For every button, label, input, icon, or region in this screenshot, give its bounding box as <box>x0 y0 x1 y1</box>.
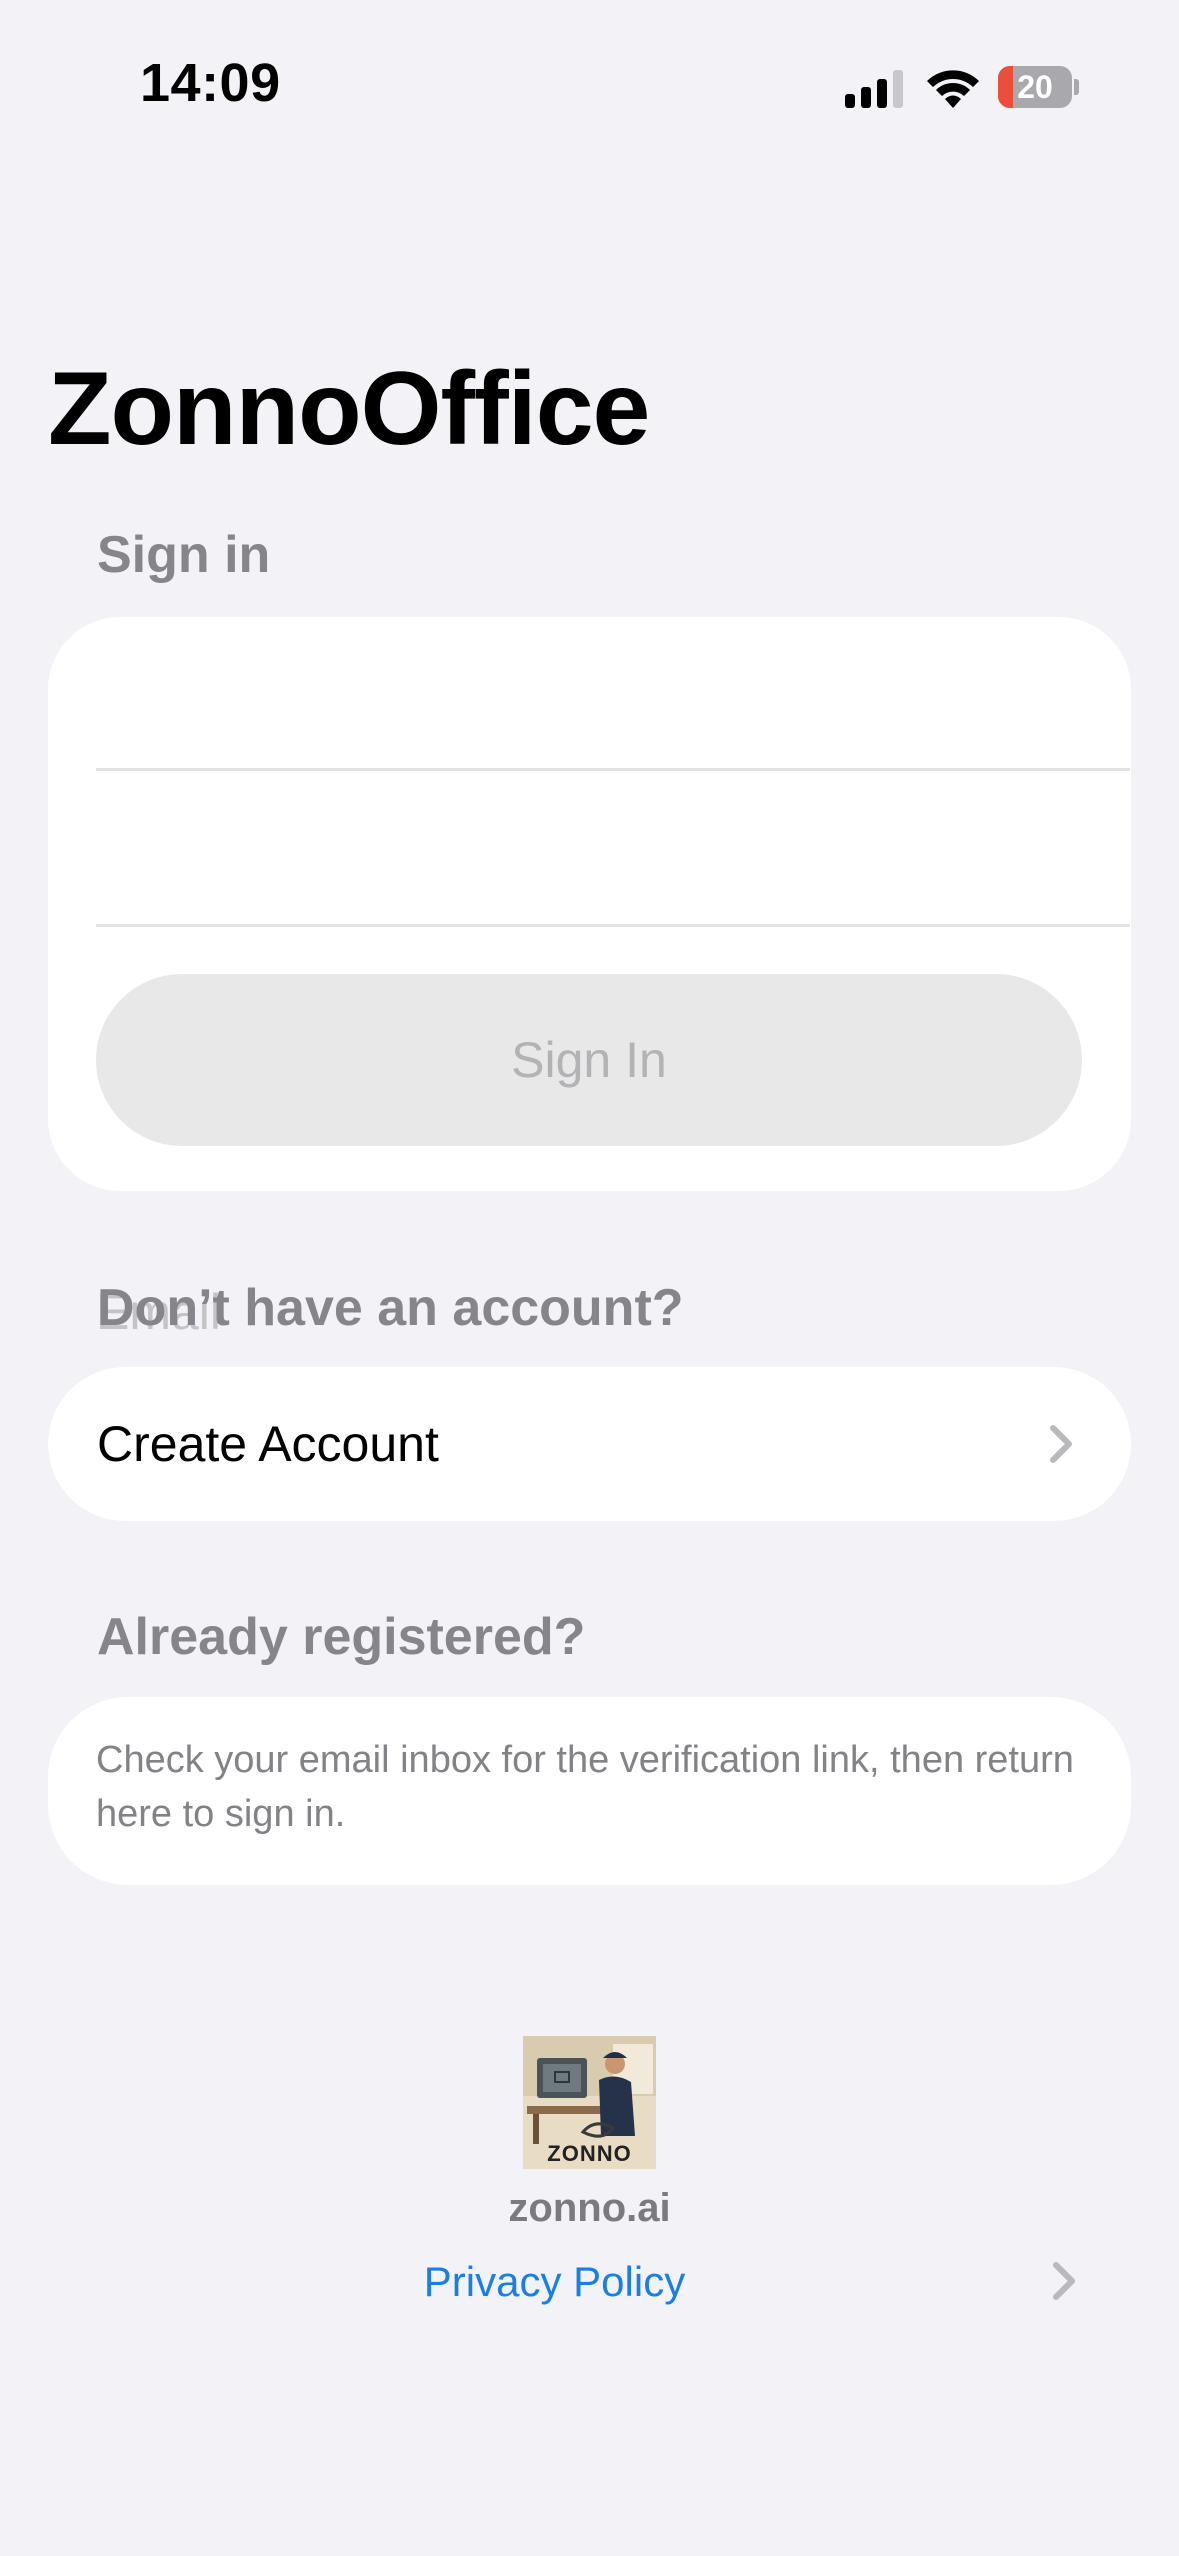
verification-info-card: Check your email inbox for the verificat… <box>48 1697 1131 1885</box>
create-account-button[interactable]: Create Account <box>48 1367 1131 1521</box>
battery-percentage: 20 <box>1017 69 1053 105</box>
already-registered-section-label: Already registered? <box>97 1608 586 1666</box>
privacy-chevron-right-icon[interactable] <box>1050 2261 1078 2301</box>
email-divider <box>96 768 1130 771</box>
logo-wordmark: ZONNO <box>547 2141 632 2166</box>
wifi-icon <box>927 70 979 108</box>
privacy-policy-link[interactable]: Privacy Policy <box>0 2258 1109 2306</box>
verification-message: Check your email inbox for the verificat… <box>96 1739 1074 1835</box>
cellular-signal-icon <box>845 70 903 108</box>
sign-in-button[interactable]: Sign In <box>96 974 1082 1146</box>
sign-in-card: Sign In <box>48 617 1131 1513</box>
password-divider <box>96 924 1130 927</box>
zonno-logo: ZONNO <box>523 2036 656 2169</box>
create-account-label: Create Account <box>97 1416 439 1472</box>
chevron-right-icon <box>1050 1425 1072 1463</box>
battery-icon: 20 <box>998 66 1079 108</box>
app-title: ZonnoOffice <box>48 351 650 467</box>
site-label: zonno.ai <box>508 2186 671 2230</box>
create-account-section-label: Don’t have an account? <box>97 1279 684 1337</box>
status-bar-time: 14:09 <box>140 53 281 113</box>
sign-in-section-label: Sign in <box>97 526 271 584</box>
